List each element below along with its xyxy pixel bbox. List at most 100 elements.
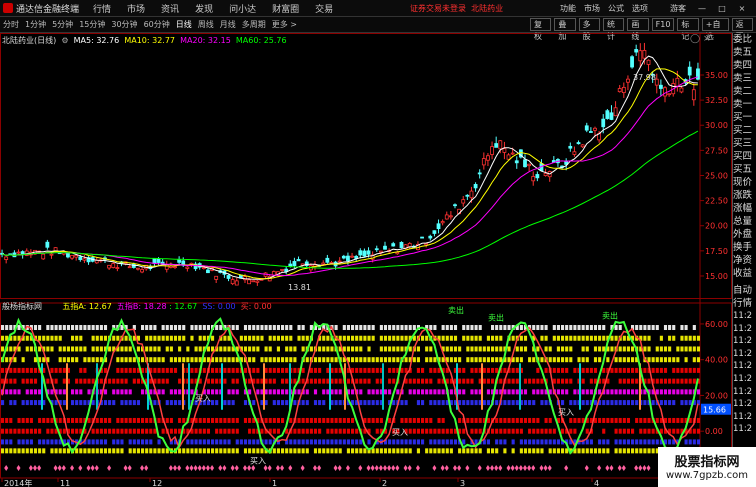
signal-dot (523, 439, 528, 445)
diamond-marker (123, 465, 128, 471)
signal-dot (1, 378, 5, 384)
signal-dot (622, 378, 626, 384)
signal-dot (573, 325, 577, 331)
signal-dot (363, 335, 367, 341)
candle-body (576, 142, 581, 145)
signal-dot (42, 417, 46, 423)
period-weekly[interactable]: 周线 (195, 19, 217, 30)
signal-dot (29, 428, 33, 434)
signal-dot (569, 378, 573, 384)
tool-f10[interactable]: F10 (651, 18, 675, 31)
candle-body (593, 127, 597, 131)
signal-dot (668, 346, 672, 352)
signal-dot (305, 439, 309, 445)
menu-item-quotes[interactable]: 行情 (93, 5, 111, 15)
signal-dot (367, 417, 371, 423)
diamond-marker (477, 465, 482, 471)
signal-dot (281, 378, 285, 384)
signal-dot (346, 448, 350, 454)
period-5min[interactable]: 5分钟 (49, 19, 76, 30)
menu-item-trade[interactable]: 交易 (315, 5, 333, 15)
minimize-icon[interactable]: — (696, 4, 708, 13)
menu-item-market2[interactable]: 市场 (584, 3, 600, 14)
period-monthly[interactable]: 月线 (217, 19, 239, 30)
menu-item-news[interactable]: 资讯 (161, 5, 179, 15)
signal-dot (355, 346, 359, 352)
detail-label[interactable]: 行情 (733, 297, 756, 310)
menu-item-wealth[interactable]: 财富圈 (272, 5, 299, 15)
tool-add-watch[interactable]: +自选 (701, 18, 729, 41)
tool-draw[interactable]: 画线 (627, 18, 649, 41)
diamond-marker (510, 465, 515, 471)
menu-item-market[interactable]: 市场 (127, 5, 145, 15)
signal-dot (618, 428, 622, 434)
signal-dot (231, 448, 235, 454)
candle-body (70, 255, 74, 259)
signal-dot (569, 357, 573, 363)
menu-item-function[interactable]: 功能 (560, 3, 576, 14)
signal-dot (223, 439, 227, 445)
diamond-marker (597, 465, 602, 471)
maximize-icon[interactable]: □ (716, 4, 728, 13)
indicator-a: 五指A: 12.67 (62, 302, 112, 311)
tool-overlay[interactable]: 叠加 (554, 18, 576, 41)
period-15min[interactable]: 15分钟 (76, 19, 108, 30)
signal-dot (663, 325, 668, 331)
guest-label[interactable]: 游客 (670, 3, 686, 14)
menu-item-options[interactable]: 选项 (632, 3, 648, 14)
tool-multi[interactable]: 多股 (578, 18, 600, 41)
diamond-marker (415, 465, 420, 471)
signal-dot (227, 428, 231, 434)
tool-adjust[interactable]: 复权 (530, 18, 552, 41)
signal-dot (421, 367, 425, 373)
signal-dot (260, 325, 264, 331)
candle-body (164, 264, 169, 270)
signal-dot (124, 417, 128, 423)
signal-dot (1, 448, 5, 454)
chart-canvas[interactable]: 35.0032.5030.0027.5025.0022.5020.0017.50… (0, 33, 732, 487)
signal-dot (248, 357, 252, 363)
tool-mark[interactable]: 标记 (677, 18, 699, 41)
period-daily[interactable]: 日线 (173, 19, 195, 30)
signal-dot (696, 389, 700, 395)
collapse-icon[interactable]: ◯ (690, 34, 700, 44)
period-60min[interactable]: 60分钟 (141, 19, 173, 30)
signal-dot (132, 367, 136, 373)
signal-dot (9, 417, 13, 423)
signal-dot (561, 335, 565, 341)
tool-back[interactable]: 返回 (731, 18, 753, 41)
signal-dot (33, 325, 38, 331)
settings-icon[interactable]: ⚙ (61, 36, 68, 45)
tool-stats[interactable]: 统计 (602, 18, 625, 41)
signal-dot (552, 357, 556, 363)
signal-dot (190, 335, 194, 341)
period-tick[interactable]: 分时 (0, 19, 22, 30)
signal-dot (58, 335, 62, 341)
period-30min[interactable]: 30分钟 (108, 19, 140, 30)
signal-dot (486, 335, 490, 341)
signal-dot (223, 378, 227, 384)
signal-dot (132, 357, 136, 363)
signal-dot (486, 400, 490, 406)
close-icon[interactable]: × (736, 4, 748, 13)
period-multi[interactable]: 多周期 (239, 19, 269, 30)
menu-item-ask[interactable]: 问小达 (229, 5, 256, 15)
signal-dot (536, 378, 540, 384)
login-notice[interactable]: 证券交易未登录 北陆药业 (410, 3, 503, 14)
period-1min[interactable]: 1分钟 (22, 19, 49, 30)
kline-chart[interactable]: 35.00 32.50 30.00 27.50 25.00 22.50 20.00 17.50… (0, 33, 732, 487)
signal-dot (243, 439, 248, 445)
menu-item-formula[interactable]: 公式 (608, 3, 624, 14)
signal-dot (346, 428, 350, 434)
signal-dot (437, 417, 441, 423)
candle-body (337, 260, 342, 263)
date-tick-label: 2014年 (4, 478, 32, 487)
signal-dot (29, 400, 33, 406)
detail-label[interactable]: 自动 (733, 284, 756, 297)
period-more[interactable]: 更多 > (269, 19, 300, 30)
signal-dot (202, 335, 206, 341)
chart-close-icon[interactable]: × (703, 34, 711, 44)
menu-item-discover[interactable]: 发现 (195, 5, 213, 15)
signal-dot (581, 325, 585, 331)
signal-dot (25, 346, 29, 352)
